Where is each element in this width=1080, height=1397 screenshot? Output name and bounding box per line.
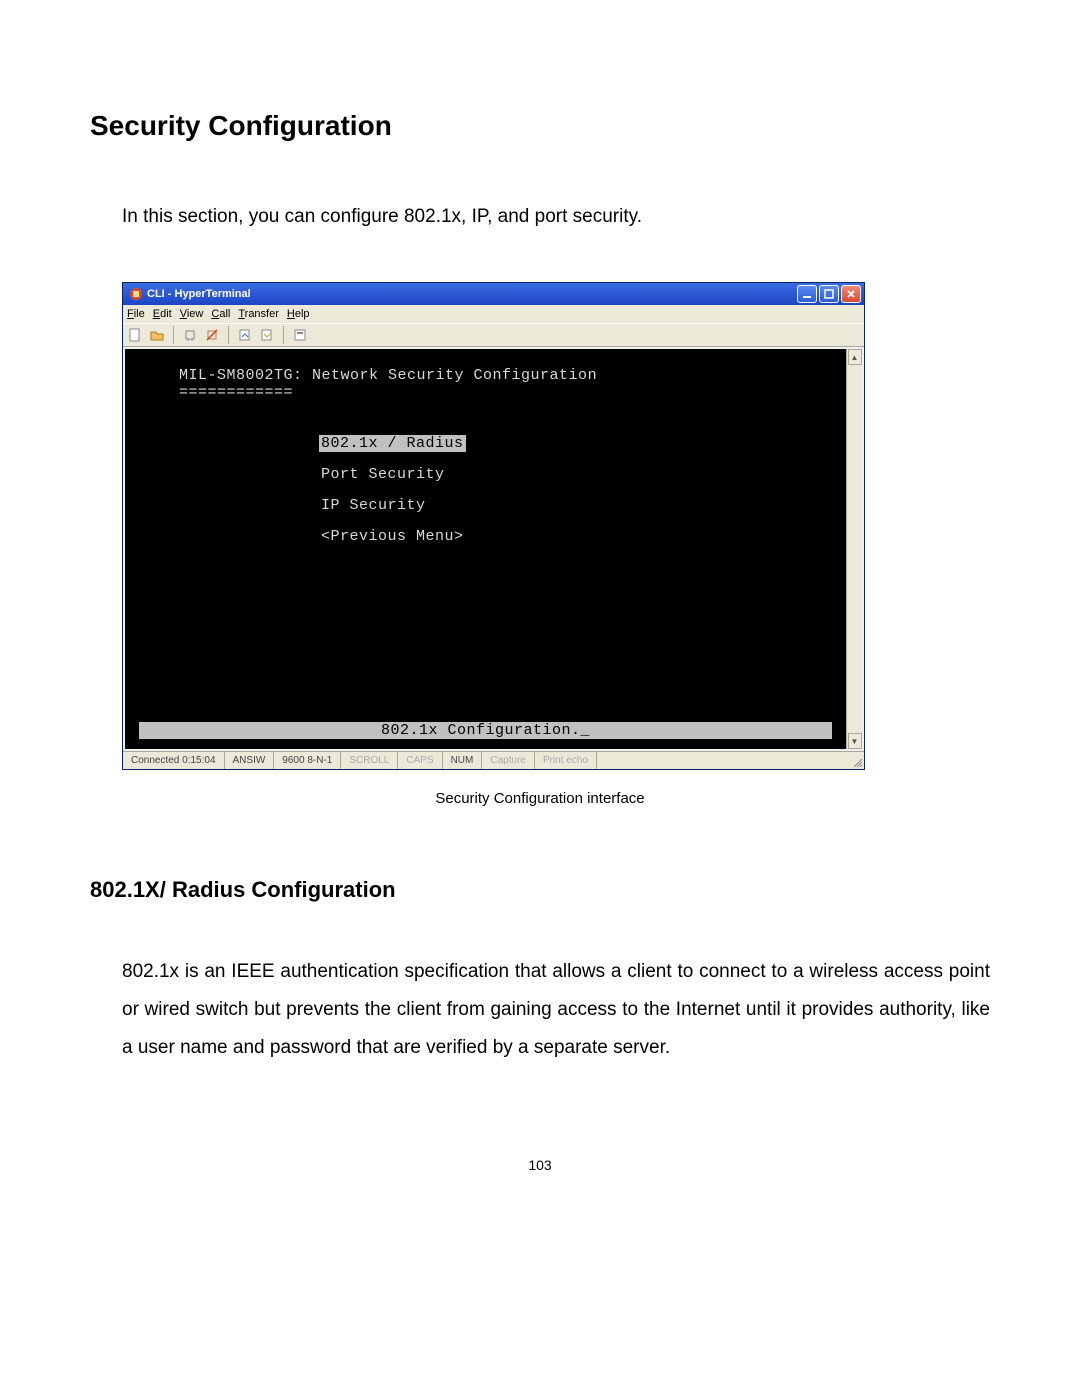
window-titlebar[interactable]: CLI - HyperTerminal: [123, 283, 864, 305]
toolbar: [123, 323, 864, 347]
terminal[interactable]: MIL-SM8002TG: Network Security Configura…: [125, 349, 846, 749]
status-scroll: SCROLL: [341, 752, 398, 769]
status-bar: Connected 0:15:04 ANSIW 9600 8-N-1 SCROL…: [123, 751, 864, 769]
connect-icon[interactable]: [182, 327, 198, 343]
new-icon[interactable]: [127, 327, 143, 343]
body-paragraph: 802.1x is an IEEE authentication specifi…: [122, 953, 990, 1067]
status-capture: Capture: [482, 752, 535, 769]
properties-icon[interactable]: [292, 327, 308, 343]
receive-icon[interactable]: [259, 327, 275, 343]
send-icon[interactable]: [237, 327, 253, 343]
hyperterminal-window: CLI - HyperTerminal File Edit View Call …: [122, 282, 865, 770]
status-settings: 9600 8-N-1: [274, 752, 341, 769]
status-emulation: ANSIW: [225, 752, 275, 769]
resize-grip-icon[interactable]: [848, 752, 864, 769]
maximize-button[interactable]: [819, 285, 839, 303]
intro-paragraph: In this section, you can configure 802.1…: [122, 202, 990, 232]
figure-caption: Security Configuration interface: [90, 790, 990, 807]
terminal-status-line: 802.1x Configuration._: [139, 722, 832, 739]
status-caps: CAPS: [398, 752, 442, 769]
status-echo: Print echo: [535, 752, 597, 769]
scroll-up-icon[interactable]: ▲: [848, 349, 862, 365]
open-icon[interactable]: [149, 327, 165, 343]
subsection-title: 802.1X/ Radius Configuration: [90, 877, 990, 903]
menu-edit[interactable]: Edit: [153, 308, 172, 320]
window-title: CLI - HyperTerminal: [147, 288, 797, 300]
page-number: 103: [90, 1157, 990, 1173]
menu-help[interactable]: Help: [287, 308, 310, 320]
terminal-title: MIL-SM8002TG: Network Security Configura…: [179, 367, 836, 384]
menu-item-ipsec[interactable]: IP Security: [319, 497, 428, 514]
terminal-underline: ============: [179, 384, 836, 401]
close-button[interactable]: [841, 285, 861, 303]
disconnect-icon[interactable]: [204, 327, 220, 343]
status-connected: Connected 0:15:04: [123, 752, 225, 769]
menu-file[interactable]: File: [127, 308, 145, 320]
menu-bar: File Edit View Call Transfer Help: [123, 305, 864, 323]
vertical-scrollbar[interactable]: ▲ ▼: [846, 349, 862, 749]
section-title: Security Configuration: [90, 110, 990, 142]
menu-item-previous[interactable]: <Previous Menu>: [319, 528, 466, 545]
minimize-button[interactable]: [797, 285, 817, 303]
menu-call[interactable]: Call: [211, 308, 230, 320]
client-area: MIL-SM8002TG: Network Security Configura…: [123, 347, 864, 751]
status-num: NUM: [443, 752, 483, 769]
app-icon: [129, 287, 143, 301]
menu-item-portsec[interactable]: Port Security: [319, 466, 447, 483]
menu-item-radius[interactable]: 802.1x / Radius: [319, 435, 466, 452]
menu-view[interactable]: View: [180, 308, 204, 320]
scroll-down-icon[interactable]: ▼: [848, 733, 862, 749]
menu-transfer[interactable]: Transfer: [238, 308, 279, 320]
